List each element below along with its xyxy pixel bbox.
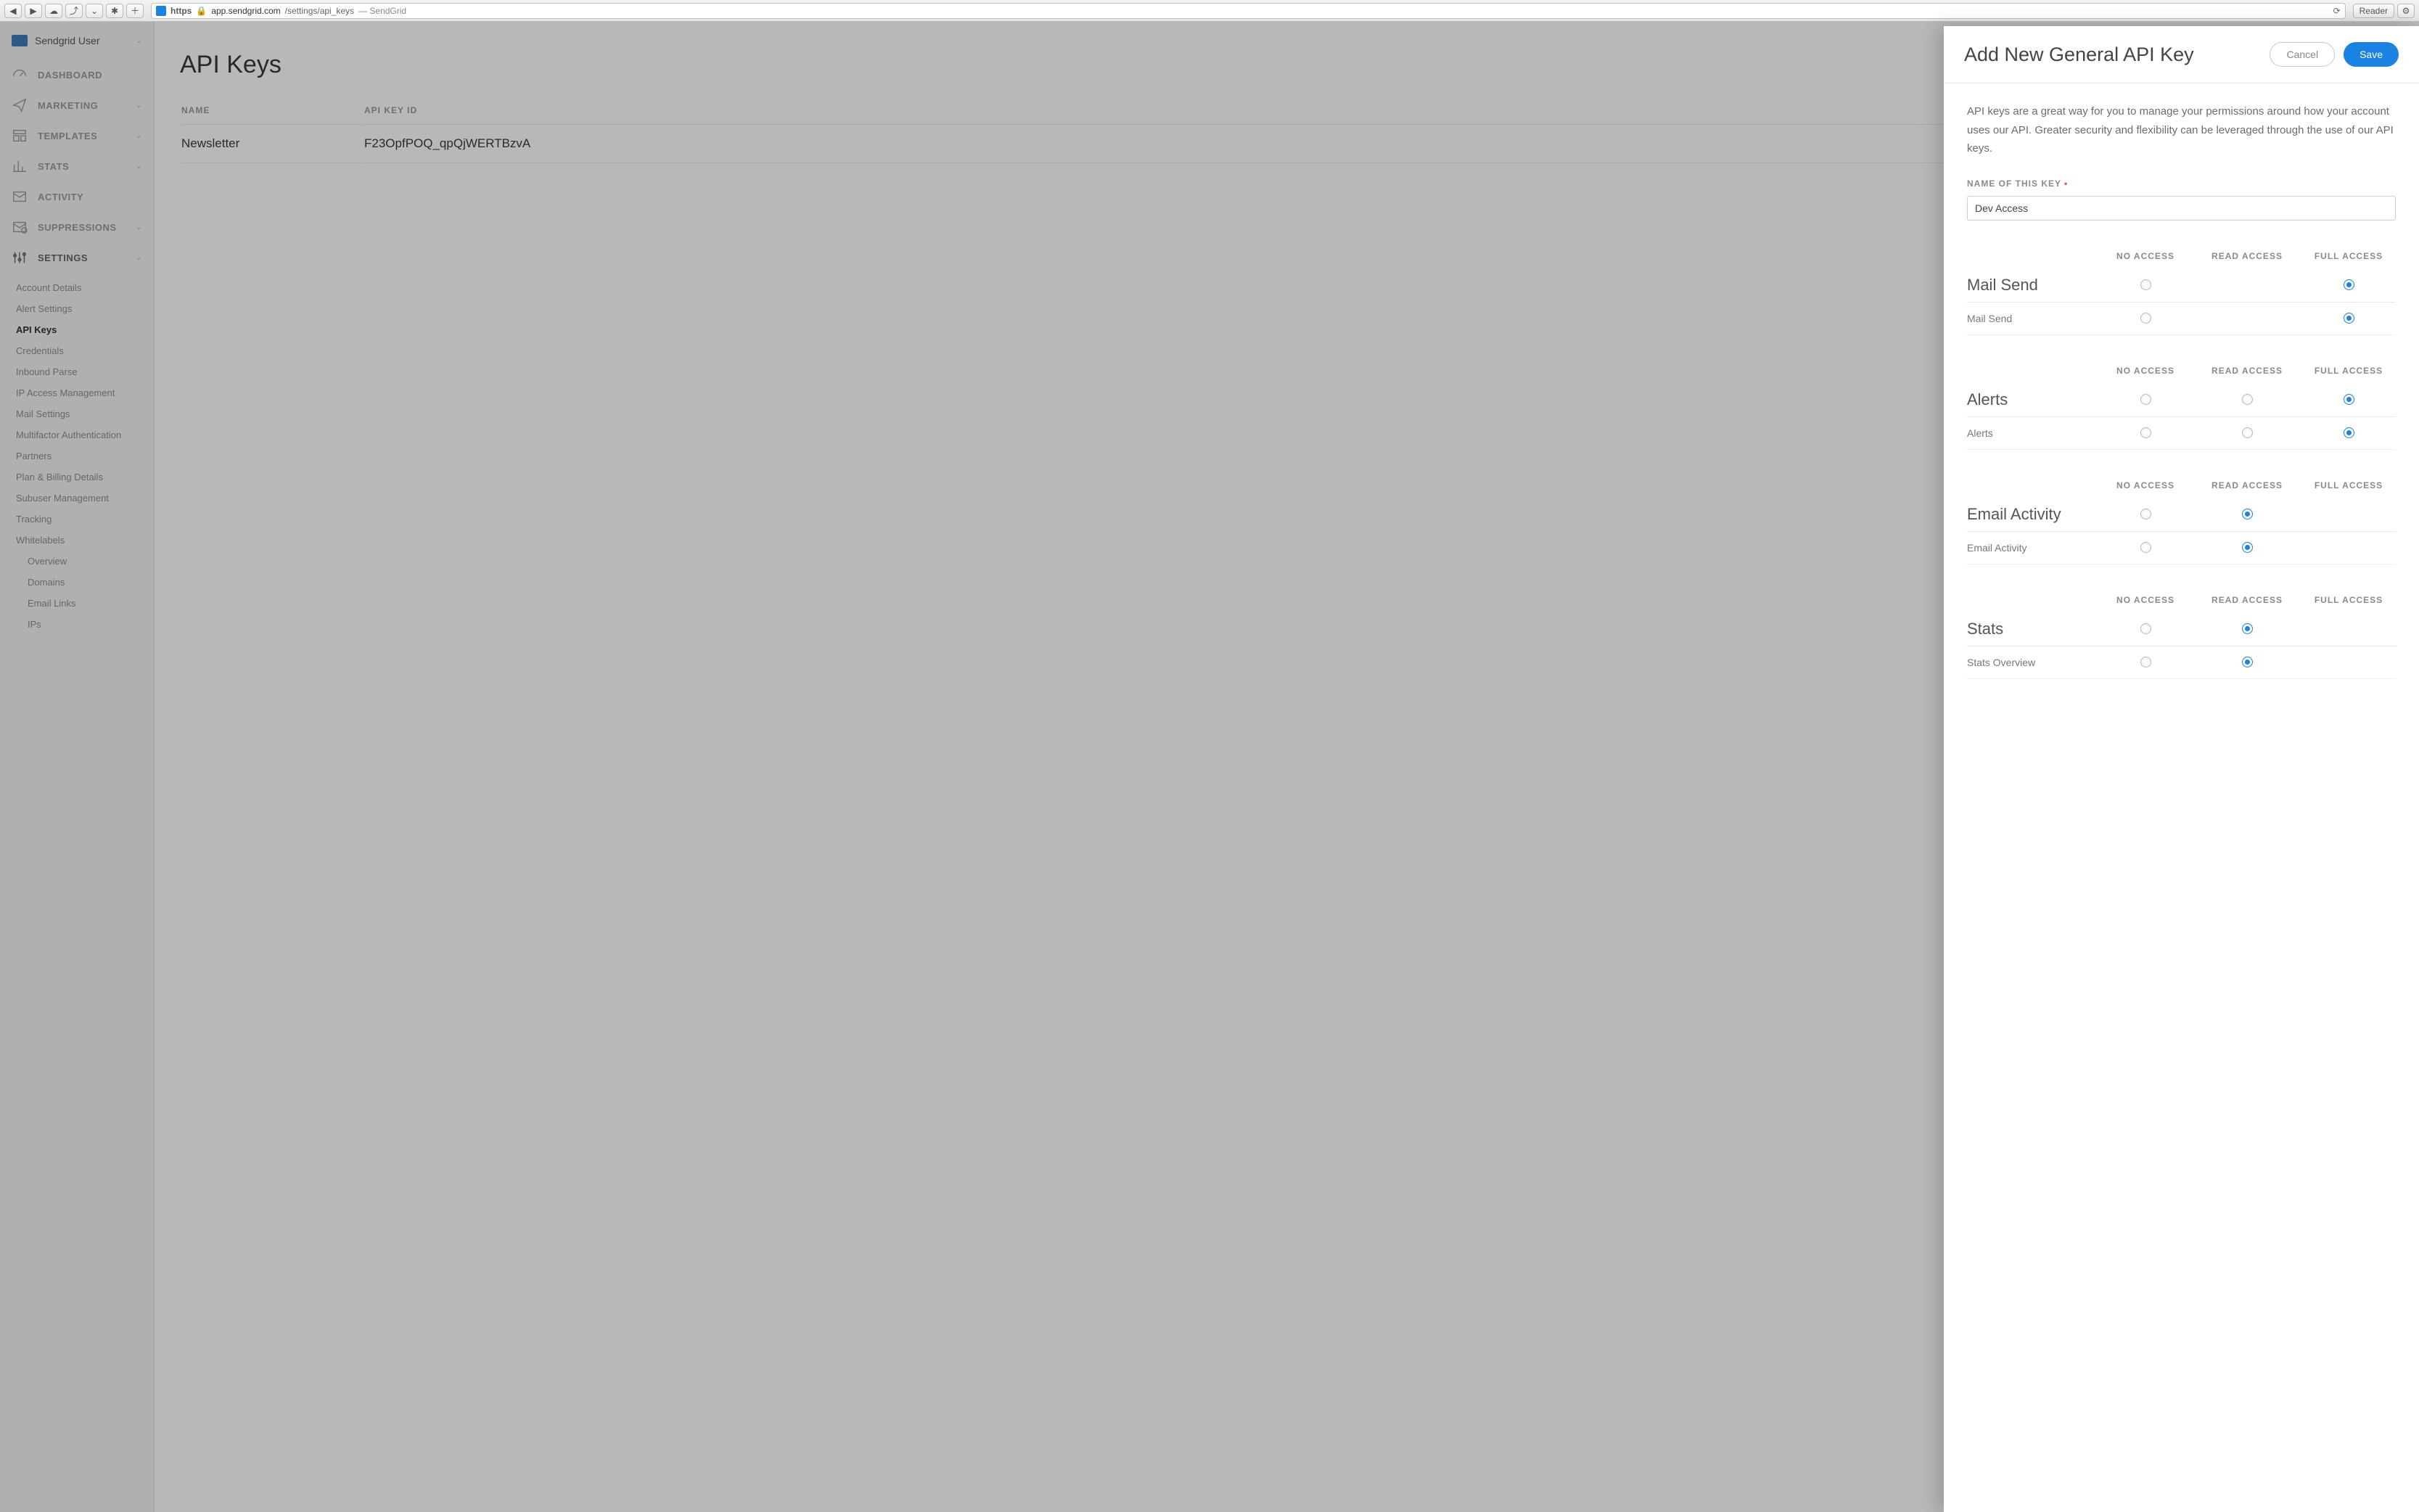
key-name-input[interactable]	[1967, 196, 2396, 221]
perm-group: NO ACCESSREAD ACCESSFULL ACCESS Mail Send…	[1967, 251, 2396, 335]
add-api-key-drawer: Add New General API Key Cancel Save API …	[1944, 26, 2419, 1512]
settings-gear-icon[interactable]: ⚙	[2397, 4, 2415, 18]
access-radio[interactable]	[2344, 394, 2354, 405]
perm-row-label: Stats Overview	[1967, 646, 2098, 678]
access-radio[interactable]	[2140, 279, 2151, 290]
reader-button[interactable]: Reader	[2353, 4, 2394, 18]
drawer-help-text: API keys are a great way for you to mana…	[1967, 102, 2396, 158]
access-radio[interactable]	[2242, 427, 2253, 438]
perm-row-label: Mail Send	[1967, 303, 2098, 334]
col-full-access: FULL ACCESS	[2301, 366, 2396, 383]
name-field-label: NAME OF THIS KEY•	[1967, 178, 2396, 189]
col-full-access: FULL ACCESS	[2301, 251, 2396, 268]
url-host: app.sendgrid.com	[211, 6, 280, 16]
col-read-access: READ ACCESS	[2193, 251, 2301, 268]
perm-group-label: Email Activity	[1967, 498, 2098, 531]
access-radio[interactable]	[2140, 394, 2151, 405]
col-read-access: READ ACCESS	[2193, 595, 2301, 612]
url-scheme: https	[171, 6, 192, 16]
cloud-icon[interactable]: ☁	[45, 4, 62, 18]
drawer-header: Add New General API Key Cancel Save	[1944, 26, 2419, 83]
perm-group: NO ACCESSREAD ACCESSFULL ACCESS StatsStat…	[1967, 595, 2396, 679]
access-radio[interactable]	[2242, 394, 2253, 405]
extension-icon[interactable]: ✱	[106, 4, 123, 18]
url-path: /settings/api_keys	[285, 6, 354, 16]
col-no-access: NO ACCESS	[2098, 366, 2193, 383]
access-radio[interactable]	[2344, 427, 2354, 438]
perm-group-label: Stats	[1967, 612, 2098, 646]
access-radio[interactable]	[2242, 623, 2253, 634]
col-no-access: NO ACCESS	[2098, 251, 2193, 268]
drawer-title: Add New General API Key	[1964, 44, 2261, 66]
pocket-icon[interactable]: ⌄	[86, 4, 103, 18]
required-indicator: •	[2064, 178, 2068, 189]
url-title: — SendGrid	[358, 6, 406, 16]
perm-group: NO ACCESSREAD ACCESSFULL ACCESS AlertsAle…	[1967, 366, 2396, 450]
perm-group-label: Alerts	[1967, 383, 2098, 416]
access-radio[interactable]	[2344, 279, 2354, 290]
reload-icon[interactable]: ⟳	[2333, 6, 2341, 16]
add-tab-button[interactable]: ＋	[126, 4, 144, 18]
access-radio[interactable]	[2140, 313, 2151, 324]
access-radio[interactable]	[2344, 313, 2354, 324]
perm-group: NO ACCESSREAD ACCESSFULL ACCESS Email Act…	[1967, 480, 2396, 564]
col-no-access: NO ACCESS	[2098, 595, 2193, 612]
access-radio[interactable]	[2140, 427, 2151, 438]
access-radio[interactable]	[2242, 509, 2253, 519]
col-full-access: FULL ACCESS	[2301, 595, 2396, 612]
access-radio[interactable]	[2242, 657, 2253, 667]
url-bar[interactable]: https 🔒 app.sendgrid.com/settings/api_ke…	[151, 3, 2346, 19]
access-radio[interactable]	[2242, 542, 2253, 553]
access-radio[interactable]	[2140, 657, 2151, 667]
lock-icon: 🔒	[196, 6, 207, 16]
perm-row-label: Alerts	[1967, 417, 2098, 449]
col-no-access: NO ACCESS	[2098, 480, 2193, 498]
access-radio[interactable]	[2140, 509, 2151, 519]
nav-back-button[interactable]: ◀	[4, 4, 22, 18]
col-read-access: READ ACCESS	[2193, 480, 2301, 498]
drawer-body: API keys are a great way for you to mana…	[1944, 83, 2419, 1512]
save-button[interactable]: Save	[2344, 42, 2399, 67]
col-read-access: READ ACCESS	[2193, 366, 2301, 383]
access-radio[interactable]	[2140, 623, 2151, 634]
browser-toolbar: ◀ ▶ ☁ ⤴ ⌄ ✱ ＋ https 🔒 app.sendgrid.com/s…	[0, 0, 2419, 22]
app-root: Sendgrid User ⌄ DASHBOARDMARKETING⌄TEMPL…	[0, 22, 2419, 1512]
nav-forward-button[interactable]: ▶	[25, 4, 42, 18]
share-icon[interactable]: ⤴	[65, 4, 83, 18]
perm-group-label: Mail Send	[1967, 268, 2098, 302]
favicon-icon	[156, 6, 166, 16]
perm-row-label: Email Activity	[1967, 532, 2098, 564]
cancel-button[interactable]: Cancel	[2270, 42, 2335, 67]
col-full-access: FULL ACCESS	[2301, 480, 2396, 498]
access-radio[interactable]	[2140, 542, 2151, 553]
